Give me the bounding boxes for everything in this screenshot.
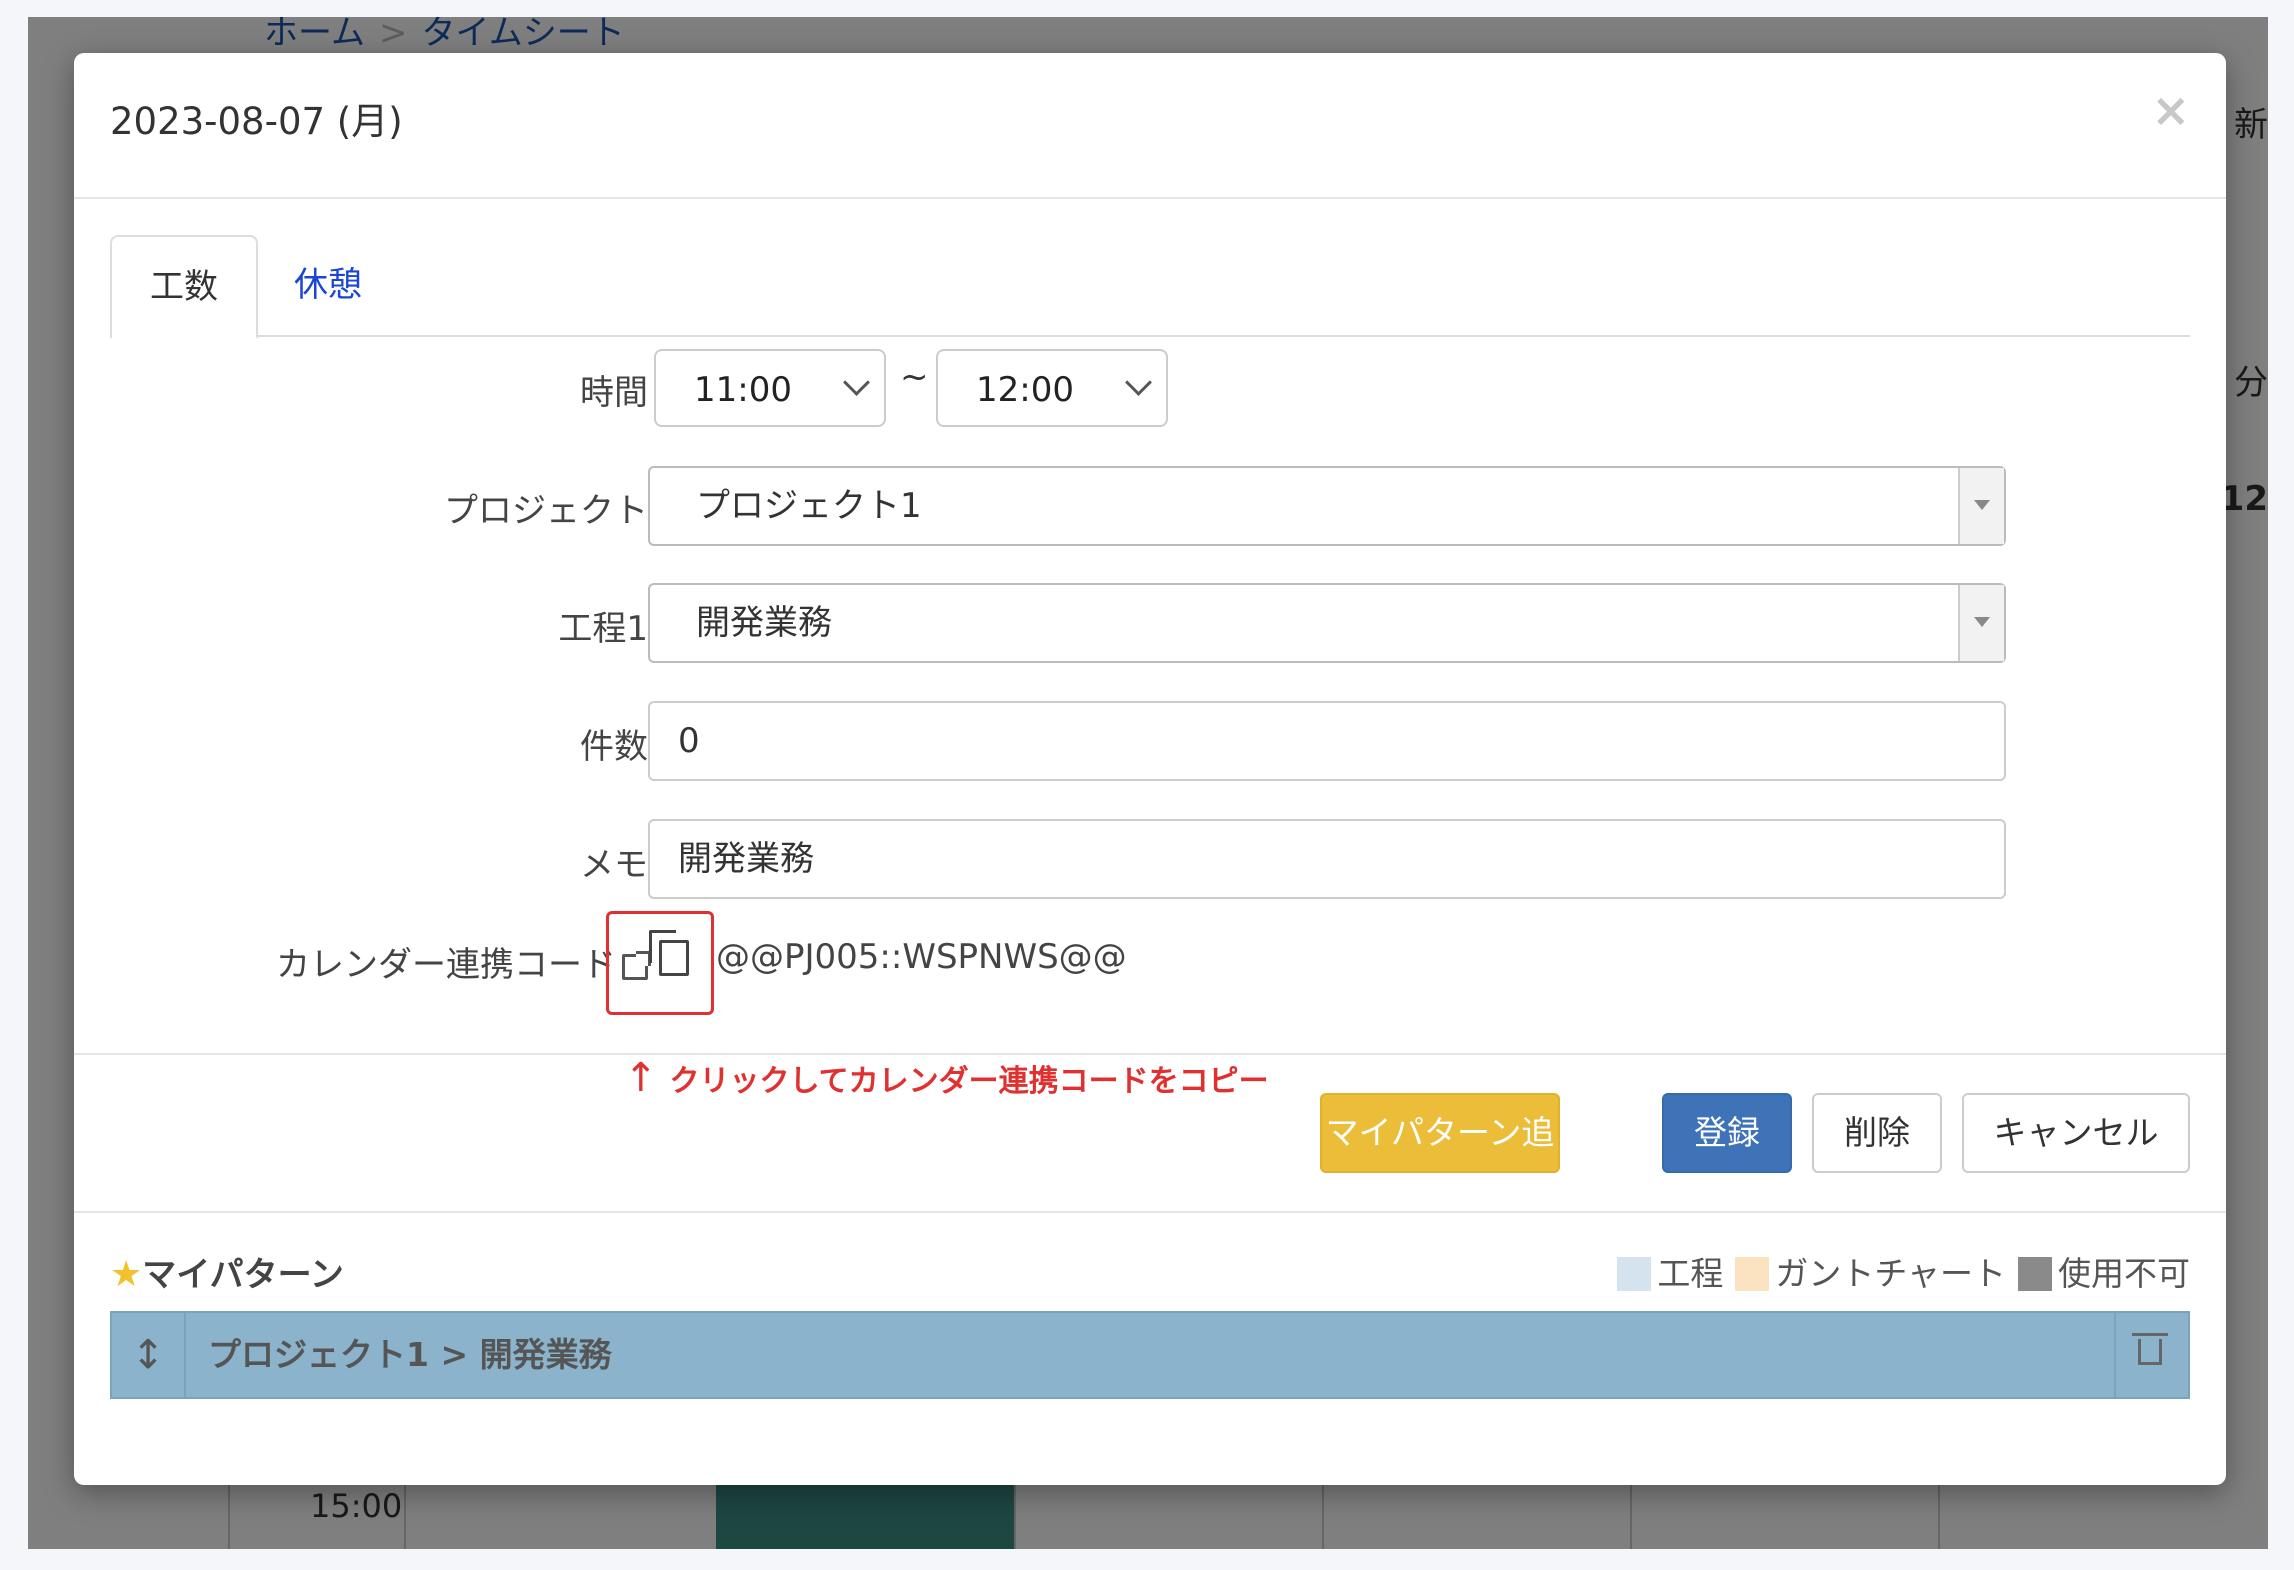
calendar-code-label[interactable]: カレンダー連携コード <box>276 937 651 986</box>
process-value: 開発業務 <box>696 603 832 643</box>
delete-pattern-button[interactable] <box>2114 1313 2188 1397</box>
dropdown-arrow[interactable] <box>1958 585 2004 661</box>
triangle-down-icon <box>1974 500 1990 510</box>
legend-swatch-process <box>1617 1257 1652 1291</box>
legend-label-gantt: ガントチャート <box>1775 1254 2006 1293</box>
drag-handle-icon[interactable]: ↕ <box>112 1313 186 1397</box>
legend-label-unavailable: 使用不可 <box>2058 1254 2190 1293</box>
project-value: プロジェクト1 <box>696 486 922 526</box>
chevron-down-icon <box>1125 369 1152 396</box>
count-input[interactable]: 0 <box>648 701 2006 781</box>
time-separator: ~ <box>900 357 929 397</box>
project-label: プロジェクト <box>444 491 648 531</box>
modal-title: 2023-08-07 (月) <box>110 100 403 143</box>
legend-swatch-unavailable <box>2018 1257 2052 1291</box>
arrow-up-icon: ↑ <box>624 1055 658 1101</box>
memo-input[interactable]: 開発業務 <box>648 819 2006 899</box>
triangle-down-icon <box>1974 617 1990 627</box>
end-time-select[interactable]: 12:00 <box>936 349 1168 427</box>
copy-hint-annotation: ↑ クリックしてカレンダー連携コードをコピー <box>624 1055 1269 1101</box>
close-icon[interactable]: × <box>2151 83 2190 137</box>
count-label: 件数 <box>580 727 648 767</box>
end-time-value: 12:00 <box>976 370 1074 410</box>
process-label: 工程1 <box>558 609 648 649</box>
chevron-down-icon <box>843 369 870 396</box>
dropdown-arrow[interactable] <box>1958 468 2004 544</box>
copy-calendar-code-button[interactable] <box>606 911 714 1015</box>
legend-swatch-gantt <box>1735 1257 1770 1291</box>
tab-bar: 工数 休憩 <box>110 235 2190 339</box>
copy-icon <box>659 940 689 976</box>
trash-icon <box>2138 1339 2162 1365</box>
my-pattern-row-text: プロジェクト1 > 開発業務 <box>208 1335 612 1374</box>
calendar-code-value: @@PJ005::WSPNWS@@ <box>716 937 1127 977</box>
project-select[interactable]: プロジェクト1 <box>648 466 2006 546</box>
legend: 工程 ガントチャート 使用不可 <box>1605 1247 2190 1295</box>
copy-hint-text: クリックしてカレンダー連携コードをコピー <box>669 1064 1269 1099</box>
my-pattern-title: マイパターン <box>142 1255 344 1295</box>
time-label: 時間 <box>580 373 648 413</box>
trash-lid <box>2132 1333 2168 1336</box>
timesheet-entry-modal: 2023-08-07 (月) × 工数 休憩 時間 11:00 ~ 12:00 … <box>74 53 2226 1485</box>
my-pattern-heading: ★マイパターン <box>110 1247 344 1296</box>
cancel-button[interactable]: キャンセル <box>1962 1093 2190 1173</box>
start-time-value: 11:00 <box>694 370 792 410</box>
my-pattern-row[interactable]: ↕ プロジェクト1 > 開発業務 <box>110 1311 2190 1399</box>
process-select[interactable]: 開発業務 <box>648 583 2006 663</box>
star-icon: ★ <box>110 1254 143 1295</box>
modal-header: 2023-08-07 (月) × <box>74 53 2226 199</box>
calendar-code-label-text: カレンダー連携コード <box>276 945 616 985</box>
memo-label: メモ <box>580 845 648 885</box>
add-my-pattern-button[interactable]: マイパターン追加 <box>1320 1093 1560 1228</box>
pattern-divider <box>74 1211 2226 1213</box>
tab-workload[interactable]: 工数 <box>110 235 258 339</box>
legend-label-process: 工程 <box>1657 1254 1724 1293</box>
register-button[interactable]: 登録 <box>1662 1093 1792 1173</box>
tab-break[interactable]: 休憩 <box>256 235 400 335</box>
start-time-select[interactable]: 11:00 <box>654 349 886 427</box>
delete-button[interactable]: 削除 <box>1812 1093 1942 1173</box>
